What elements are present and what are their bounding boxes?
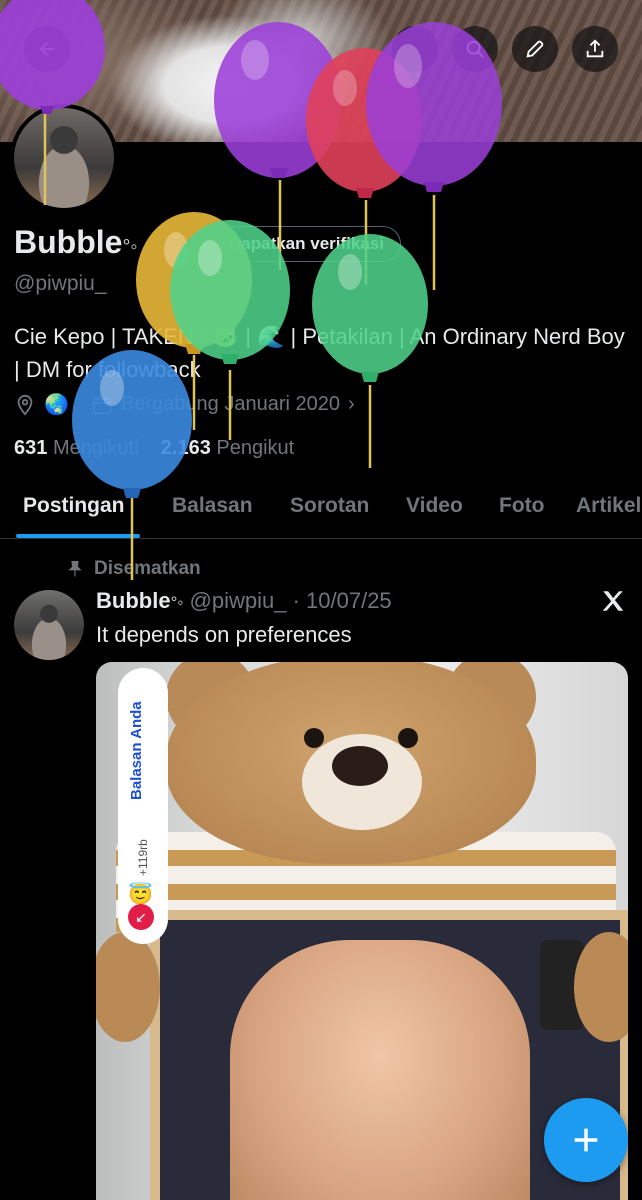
your-replies-label[interactable]: Balasan Anda [128, 701, 145, 800]
tab-articles[interactable]: Artikel [576, 494, 641, 518]
followers-label: Pengikut [216, 437, 295, 459]
tab-photos[interactable]: Foto [499, 494, 544, 518]
post-separator: · [292, 588, 300, 613]
active-tab-indicator [16, 534, 140, 538]
back-button[interactable] [24, 26, 70, 72]
upload-icon [586, 39, 604, 58]
search-button[interactable] [452, 26, 498, 72]
chevron-right-icon[interactable]: › [348, 393, 355, 416]
post-text: It depends on preferences [96, 622, 352, 647]
post-author[interactable]: Bubble [96, 588, 171, 613]
tab-replies[interactable]: Balasan [172, 494, 253, 518]
edit-button[interactable] [512, 26, 558, 72]
avatar-image [14, 108, 114, 208]
more-button[interactable] [392, 26, 438, 72]
profile-stats: 631 Mengikuti 2.163 Pengikut [14, 437, 294, 460]
arrow-left-icon [39, 41, 55, 57]
profile-bio: Cie Kepo | TAKEN | 🐱 | 🌊 | Petakilan | A… [14, 324, 625, 382]
calendar-icon [92, 396, 112, 414]
following-count: 631 [14, 437, 48, 459]
tab-highlights[interactable]: Sorotan [290, 494, 369, 518]
post-handle[interactable]: @piwpiu_ [190, 588, 287, 613]
bubbles-emoji-icon: °◦ [170, 593, 184, 612]
profile-handle: @piwpiu_ [14, 272, 107, 295]
share-button[interactable] [572, 26, 618, 72]
followers-count: 2.163 [160, 437, 211, 459]
location-pin-icon [17, 394, 33, 416]
tab-video[interactable]: Video [406, 494, 463, 518]
profile-meta: 🌏 Bergabung Januari 2020 › [14, 392, 355, 417]
followers-link[interactable]: 2.163 Pengikut [161, 437, 294, 459]
pinned-label: Disematkan [94, 558, 201, 579]
post-avatar[interactable] [14, 590, 84, 660]
compose-fab[interactable] [544, 1098, 628, 1182]
post-date[interactable]: 10/07/25 [306, 588, 392, 613]
plus-icon [574, 1128, 598, 1152]
torso [230, 940, 530, 1200]
profile-tabs: Postingan Balasan Sorotan Video Foto Art… [0, 478, 642, 539]
teddy-bear-head [166, 662, 536, 864]
profile-name: Bubble°◦ [14, 224, 138, 261]
location-emoji: 🌏 [44, 394, 69, 416]
post-header: Bubble°◦ @piwpiu_ · 10/07/25 [96, 588, 392, 614]
pinned-indicator: Disematkan [66, 558, 201, 580]
bear-eye-left [304, 728, 324, 748]
profile-avatar[interactable] [10, 104, 118, 212]
pencil-icon [526, 40, 544, 58]
bubbles-emoji-icon: °◦ [122, 236, 138, 258]
pushpin-icon [68, 560, 82, 577]
following-link[interactable]: 631 Mengikuti [14, 437, 139, 459]
bear-nose [332, 746, 388, 786]
get-verified-button[interactable]: Dapatkan verifikasi [212, 226, 401, 262]
reply-arrow-icon[interactable]: ↙ [128, 904, 154, 930]
replies-count: +119rb [136, 839, 150, 876]
tab-posts[interactable]: Postingan [23, 494, 125, 518]
following-label: Mengikuti [52, 437, 139, 459]
profile-name-text: Bubble [14, 224, 123, 260]
search-icon [466, 40, 484, 58]
x-logo-icon[interactable] [600, 588, 626, 614]
joined-date: Bergabung Januari 2020 [120, 393, 340, 415]
